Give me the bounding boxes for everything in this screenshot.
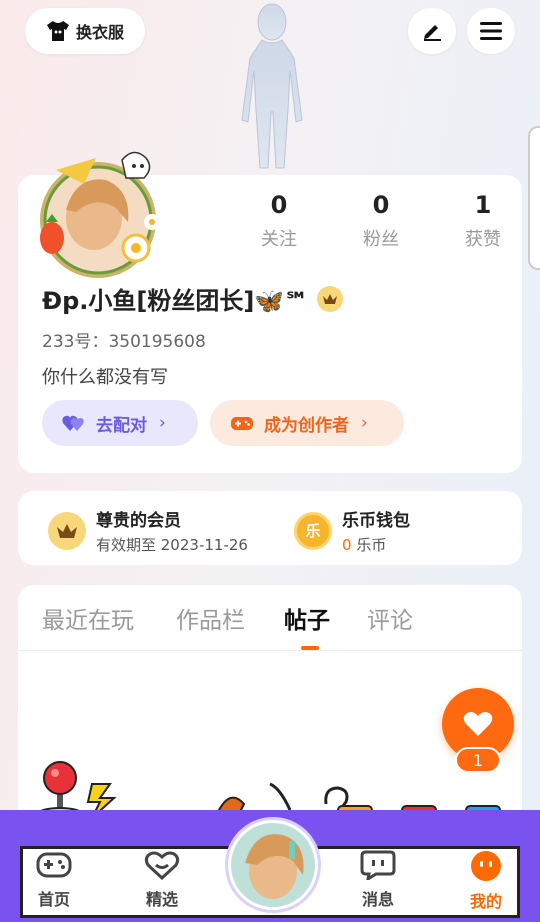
wallet-item[interactable]: 乐 乐币钱包 0 乐币 (294, 506, 410, 555)
avatar-figure-preview (241, 3, 303, 169)
become-creator-label: 成为创作者 (264, 415, 349, 436)
stat-likes[interactable]: 1 获赞 (432, 191, 534, 251)
pair-label: 去配对 (96, 415, 147, 436)
pencil-icon (424, 25, 441, 41)
stat-fans[interactable]: 0 粉丝 (330, 191, 432, 251)
become-creator-button[interactable]: 成为创作者 › (210, 400, 404, 446)
profile-avatar[interactable] (36, 150, 166, 280)
wallet-title: 乐币钱包 (342, 511, 410, 531)
change-outfit-label: 换衣服 (75, 23, 124, 42)
double-heart-icon (62, 415, 84, 431)
tab-comments[interactable]: 评论 (367, 601, 413, 635)
hamburger-menu-icon (480, 22, 502, 40)
coin-icon: 乐 (294, 511, 332, 550)
crown-icon (322, 293, 337, 304)
user-bio: 你什么都没有写 (42, 367, 168, 388)
face-icon (471, 851, 501, 881)
pair-button[interactable]: 去配对 › (42, 400, 198, 446)
nav-featured-label: 精选 (145, 890, 178, 909)
username-row: Ɖp.小鱼[粉丝团长]🦋℠ (42, 281, 343, 316)
chevron-right-icon: › (361, 413, 368, 433)
stat-following[interactable]: 0 关注 (228, 191, 330, 251)
stats-row: 0 关注 0 粉丝 1 获赞 (228, 191, 534, 251)
nav-me-label: 我的 (469, 892, 502, 911)
stat-likes-label: 获赞 (465, 229, 501, 250)
nav-messages[interactable]: 消息 (342, 850, 414, 910)
gamepad-icon (36, 852, 72, 878)
avatar (231, 823, 315, 907)
stat-likes-value: 1 (474, 191, 492, 219)
chevron-right-icon: › (159, 413, 166, 433)
heart-outline-icon (144, 851, 180, 881)
tab-divider (18, 650, 522, 651)
nav-messages-label: 消息 (361, 890, 394, 909)
change-outfit-button[interactable]: 换衣服 (25, 8, 145, 54)
stat-following-label: 关注 (261, 229, 297, 250)
nav-home[interactable]: 首页 (18, 850, 90, 910)
stat-fans-value: 0 (372, 191, 390, 219)
tab-posts[interactable]: 帖子 (284, 601, 330, 635)
chat-icon (360, 850, 396, 883)
nav-center-avatar[interactable] (228, 820, 318, 910)
heart-icon (463, 712, 493, 736)
username: Ɖp.小鱼[粉丝团长]🦋℠ (42, 287, 309, 315)
vip-membership-item[interactable]: 尊贵的会员 有效期至 2023-11-26 (48, 506, 248, 555)
tab-works[interactable]: 作品栏 (176, 601, 245, 635)
vip-title: 尊贵的会员 (96, 511, 181, 531)
nav-me[interactable]: 我的 (450, 850, 522, 912)
wallet-unit: 乐币 (356, 536, 387, 554)
nav-home-label: 首页 (37, 890, 70, 909)
gamepad-icon (231, 417, 253, 430)
edit-profile-button[interactable] (408, 8, 456, 54)
menu-button[interactable] (467, 8, 515, 54)
membership-card: 尊贵的会员 有效期至 2023-11-26 乐 乐币钱包 0 乐币 (18, 491, 522, 565)
tshirt-icon (46, 21, 69, 41)
vip-expiry: 有效期至 2023-11-26 (96, 536, 248, 554)
stat-following-value: 0 (270, 191, 288, 219)
nav-featured[interactable]: 精选 (126, 850, 198, 910)
coin-glyph: 乐 (305, 522, 321, 540)
vip-crown-badge (316, 285, 343, 312)
wallet-amount: 0 (342, 536, 352, 554)
stat-fans-label: 粉丝 (363, 229, 399, 250)
tab-recently-played[interactable]: 最近在玩 (42, 601, 134, 635)
vip-crown-icon (48, 511, 86, 550)
user-id: 233号：350195608 (42, 332, 206, 352)
